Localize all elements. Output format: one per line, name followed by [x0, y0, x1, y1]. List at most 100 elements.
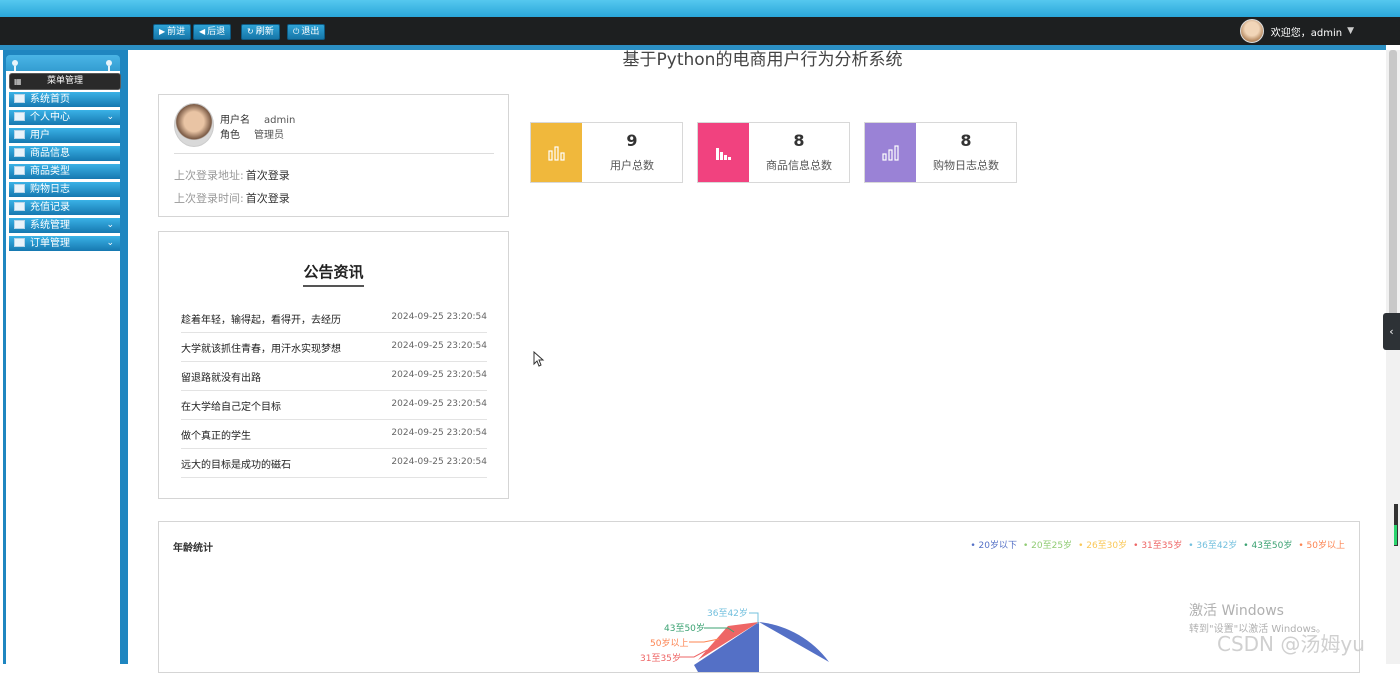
- book-icon: [14, 166, 25, 175]
- stat-color-block: [865, 123, 916, 182]
- top-strip: [0, 0, 1400, 17]
- news-item[interactable]: 大学就该抓住青春，用汗水实现梦想 2024-09-25 23:20:54: [181, 332, 487, 362]
- menu-title-label: 菜单管理: [46, 76, 83, 86]
- menu-title: ▦ 菜单管理: [9, 73, 121, 90]
- username-value: admin: [264, 115, 296, 126]
- last-login-time-label: 上次登录时间:: [174, 192, 244, 205]
- stat-label: 商品信息总数: [766, 159, 832, 172]
- news-title: 公告资讯: [303, 263, 364, 281]
- sidebar-item-label: 商品信息: [30, 148, 70, 159]
- news-item-date: 2024-09-25 23:20:54: [391, 370, 487, 380]
- book-icon: [14, 202, 25, 211]
- activate-windows-title: 激活 Windows: [1189, 603, 1284, 619]
- news-item[interactable]: 做个真正的学生 2024-09-25 23:20:54: [181, 419, 487, 449]
- bar-chart-icon: [881, 144, 899, 161]
- sidebar-item-personal-center[interactable]: 个人中心 ⌄: [9, 110, 120, 125]
- sidebar-item-users[interactable]: 用户: [9, 128, 120, 143]
- news-item[interactable]: 趁着年轻，输得起，看得开，去经历 2024-09-25 23:20:54: [181, 303, 487, 333]
- chevron-left-icon: ‹: [1389, 325, 1394, 338]
- stat-card-users: 9 用户总数: [530, 122, 683, 183]
- last-login-address-label: 上次登录地址:: [174, 169, 244, 182]
- last-login-time: 上次登录时间: 首次登录: [174, 190, 290, 206]
- mouse-cursor-icon: [533, 351, 545, 367]
- sidebar-item-orders[interactable]: 订单管理 ⌄: [9, 236, 120, 251]
- username-row: 用户名 admin: [220, 111, 295, 126]
- news-card: 公告资讯 趁着年轻，输得起，看得开，去经历 2024-09-25 23:20:54…: [158, 231, 509, 499]
- sidebar-item-product-types[interactable]: 商品类型: [9, 164, 120, 179]
- username-label: 用户名: [220, 115, 250, 126]
- last-login-time-value: 首次登录: [245, 192, 290, 205]
- chevron-down-icon: ⌄: [106, 112, 114, 122]
- book-icon: [14, 184, 25, 193]
- slice-label: 50岁以上: [650, 637, 688, 649]
- grid-icon: ▦: [14, 77, 22, 86]
- sidebar-item-label: 商品类型: [30, 166, 70, 177]
- news-item-title: 趁着年轻，输得起，看得开，去经历: [181, 315, 341, 326]
- news-item-title: 远大的目标是成功的磁石: [181, 460, 291, 471]
- sidebar-item-recharge[interactable]: 充值记录: [9, 200, 120, 215]
- news-item-date: 2024-09-25 23:20:54: [391, 399, 487, 409]
- divider: [174, 153, 494, 154]
- news-item-date: 2024-09-25 23:20:54: [391, 428, 487, 438]
- book-icon: [14, 112, 25, 121]
- stat-value: 8: [793, 131, 805, 150]
- news-item[interactable]: 远大的目标是成功的磁石 2024-09-25 23:20:54: [181, 448, 487, 478]
- csdn-watermark: CSDN @汤姆yu: [1217, 632, 1365, 656]
- sidebar-item-products[interactable]: 商品信息: [9, 146, 120, 161]
- book-icon: [14, 238, 25, 247]
- news-item-title: 大学就该抓住青春，用汗水实现梦想: [181, 344, 341, 355]
- slice-label: 36至42岁: [707, 607, 748, 619]
- pie-slice[interactable]: [759, 622, 829, 662]
- scrollbar-marker: [1394, 525, 1397, 545]
- stat-card-products: 8 商品信息总数: [697, 122, 850, 183]
- collapse-panel-button[interactable]: ‹: [1383, 313, 1400, 350]
- news-item-date: 2024-09-25 23:20:54: [391, 341, 487, 351]
- news-item[interactable]: 留退路就没有出路 2024-09-25 23:20:54: [181, 361, 487, 391]
- bar-chart-icon: [547, 145, 565, 161]
- sidebar-item-home[interactable]: 系统首页: [9, 92, 120, 107]
- column-chart-icon: [715, 147, 731, 160]
- news-item-date: 2024-09-25 23:20:54: [391, 312, 487, 322]
- sidebar-item-shopping-logs[interactable]: 购物日志: [9, 182, 120, 197]
- stat-label: 购物日志总数: [933, 159, 999, 172]
- sidebar-item-label: 个人中心: [30, 112, 70, 123]
- slice-label: 43至50岁: [664, 622, 705, 634]
- sidebar-item-label: 订单管理: [30, 238, 70, 249]
- stat-color-block: [531, 123, 582, 182]
- stat-label: 用户总数: [610, 159, 654, 172]
- page-scrollbar[interactable]: [1386, 50, 1400, 664]
- news-title-underline: [303, 285, 364, 287]
- age-chart-card: 年龄统计 • 20岁以下 • 20至25岁 • 26至30岁 • 31至35岁 …: [158, 521, 1360, 673]
- toolbar-overlay-spacer: [0, 17, 1386, 50]
- book-icon: [14, 220, 25, 229]
- chevron-down-icon: ⌄: [106, 220, 114, 230]
- stat-value: 8: [960, 131, 972, 150]
- stat-card-shopping-logs: 8 购物日志总数: [864, 122, 1017, 183]
- chevron-down-icon: ⌄: [106, 238, 114, 248]
- news-item-date: 2024-09-25 23:20:54: [391, 457, 487, 467]
- news-item-title: 在大学给自己定个目标: [181, 402, 281, 413]
- sidebar-item-label: 充值记录: [30, 202, 70, 213]
- stat-color-block: [698, 123, 749, 182]
- user-info-card: 用户名 admin 角色 管理员 上次登录地址: 首次登录 上次登录时间: 首次登录: [158, 94, 509, 217]
- pie-chart: 36至42岁 43至50岁 50岁以上 31至35岁: [640, 607, 829, 672]
- avatar: [174, 103, 214, 147]
- book-icon: [14, 148, 25, 157]
- book-icon: [14, 94, 25, 103]
- news-item-title: 做个真正的学生: [181, 431, 251, 442]
- role-label: 角色: [220, 130, 240, 141]
- stat-value: 9: [626, 131, 638, 150]
- sidebar-item-system[interactable]: 系统管理 ⌄: [9, 218, 120, 233]
- sidebar-item-label: 系统管理: [30, 220, 70, 231]
- news-item[interactable]: 在大学给自己定个目标 2024-09-25 23:20:54: [181, 390, 487, 420]
- last-login-address: 上次登录地址: 首次登录: [174, 167, 290, 183]
- scrollbar-thumb[interactable]: [1389, 50, 1397, 317]
- book-icon: [14, 130, 25, 139]
- news-item-title: 留退路就没有出路: [181, 373, 261, 384]
- role-value: 管理员: [254, 130, 284, 141]
- last-login-address-value: 首次登录: [245, 169, 290, 182]
- sidebar-item-label: 系统首页: [30, 94, 70, 105]
- slice-label: 31至35岁: [640, 652, 681, 664]
- sidebar-item-label: 购物日志: [30, 184, 70, 195]
- sidebar-item-label: 用户: [30, 130, 50, 141]
